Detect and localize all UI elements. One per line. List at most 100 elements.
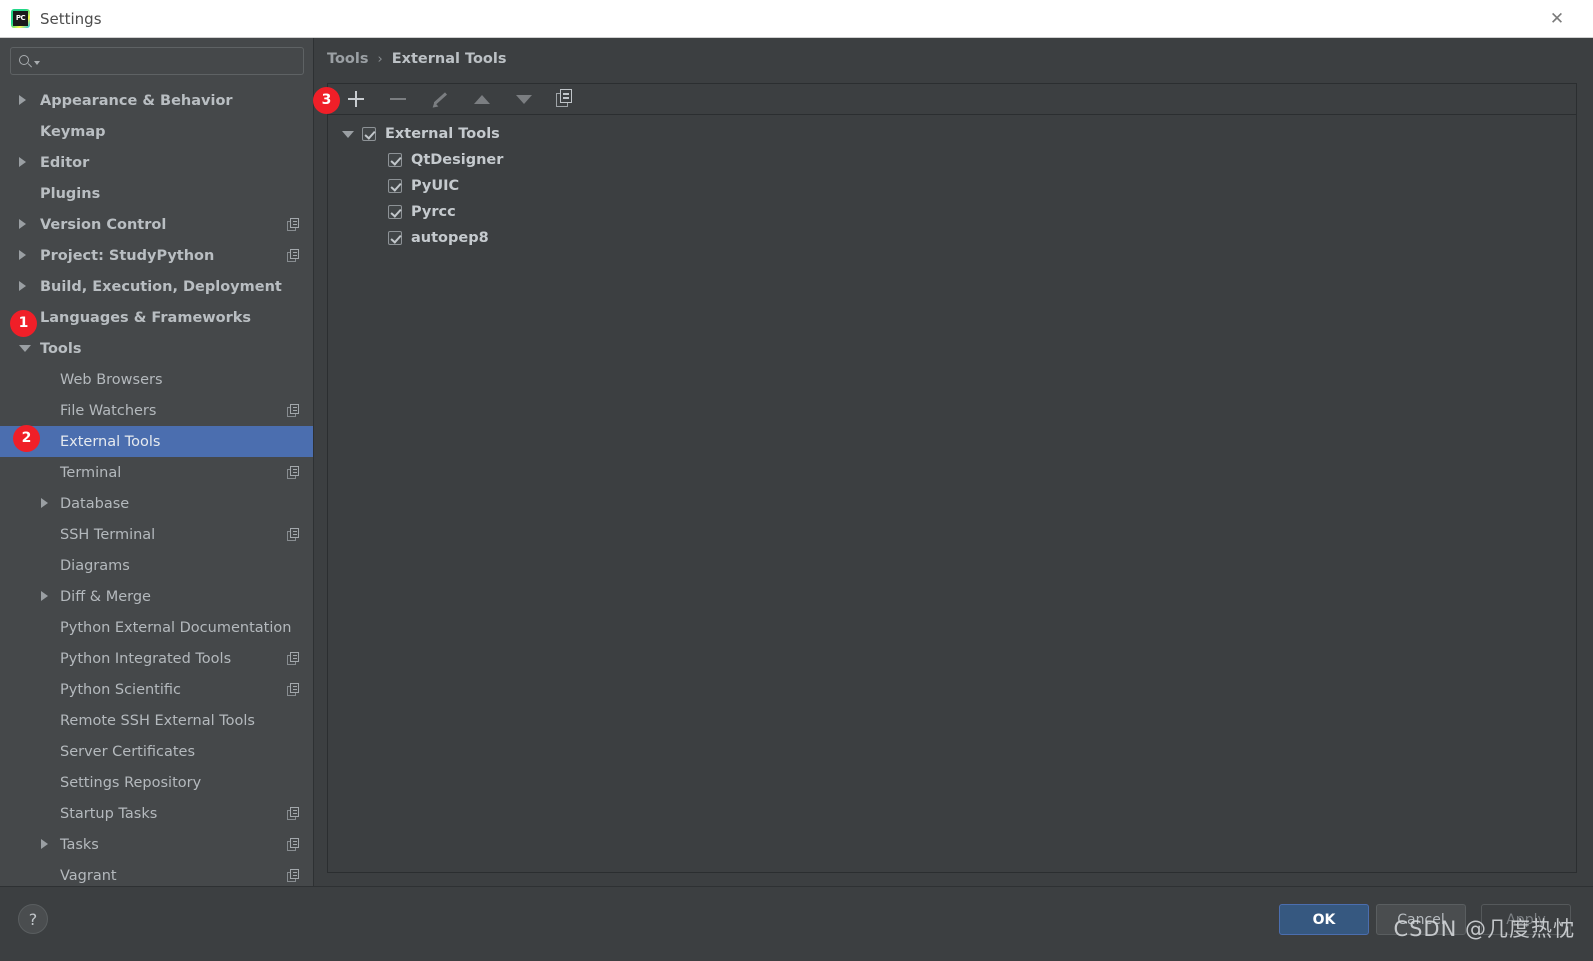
tools-tree: External Tools QtDesigner PyUIC Pyrcc autop… — [328, 115, 1576, 251]
sidebar-item-languages-frameworks[interactable]: Languages & Frameworks — [0, 302, 313, 333]
chevron-down-icon[interactable] — [34, 61, 40, 65]
apply-button[interactable]: Apply — [1481, 904, 1571, 935]
tool-checkbox[interactable] — [388, 153, 402, 167]
sidebar-tree: Appearance & Behavior Keymap Editor Plugins… — [0, 85, 313, 886]
sidebar-item-editor[interactable]: Editor — [0, 147, 313, 178]
settings-sidebar: Appearance & Behavior Keymap Editor Plugins… — [0, 38, 314, 886]
tool-label: PyUIC — [411, 178, 460, 194]
expand-collapse-icon[interactable] — [342, 130, 354, 138]
annotation-badge-1: 1 — [10, 310, 37, 337]
panel-toolbar — [328, 84, 1576, 115]
chevron-right-icon[interactable] — [41, 498, 48, 508]
sidebar-item-remote-ssh-external-tools[interactable]: Remote SSH External Tools — [0, 705, 313, 736]
tools-tree-item[interactable]: Pyrcc — [328, 199, 1576, 225]
chevron-right-icon[interactable] — [19, 95, 26, 105]
chevron-right-icon[interactable] — [19, 157, 26, 167]
chevron-right-icon[interactable] — [19, 281, 26, 291]
cancel-button[interactable]: Cancel — [1376, 904, 1466, 935]
sidebar-item-label: Version Control — [40, 216, 167, 233]
edit-tool-button[interactable] — [430, 89, 450, 110]
chevron-right-icon[interactable] — [41, 591, 48, 601]
chevron-right-icon[interactable] — [19, 219, 26, 229]
sidebar-item-label: Tools — [40, 340, 82, 357]
copy-settings-icon — [287, 838, 300, 851]
chevron-right-icon[interactable] — [19, 250, 26, 260]
tool-label: QtDesigner — [411, 152, 504, 168]
copy-settings-icon — [287, 218, 300, 231]
sidebar-item-diff-merge[interactable]: Diff & Merge — [0, 581, 313, 612]
ok-button[interactable]: OK — [1279, 904, 1369, 935]
annotation-badge-3: 3 — [313, 87, 340, 114]
add-tool-button[interactable] — [346, 89, 366, 109]
copy-settings-icon — [287, 869, 300, 882]
content-pane: Tools › External Tools External Tools Qt… — [315, 38, 1593, 886]
tools-tree-item[interactable]: autopep8 — [328, 225, 1576, 251]
sidebar-item-label: Diff & Merge — [60, 588, 151, 605]
sidebar-item-label: Terminal — [60, 464, 122, 481]
pycharm-logo-icon: PC — [11, 9, 30, 28]
sidebar-item-label: Vagrant — [60, 867, 117, 884]
search-icon — [19, 54, 32, 68]
tool-label: Pyrcc — [411, 204, 456, 220]
sidebar-item-external-tools[interactable]: External Tools — [0, 426, 313, 457]
sidebar-item-startup-tasks[interactable]: Startup Tasks — [0, 798, 313, 829]
breadcrumb-parent[interactable]: Tools — [327, 51, 369, 67]
help-icon[interactable]: ? — [18, 904, 48, 934]
sidebar-item-label: Startup Tasks — [60, 805, 158, 822]
sidebar-item-label: Web Browsers — [60, 371, 163, 388]
search-box[interactable] — [10, 47, 304, 75]
sidebar-item-python-scientific[interactable]: Python Scientific — [0, 674, 313, 705]
copy-settings-icon — [287, 404, 300, 417]
tools-tree-item[interactable]: PyUIC — [328, 173, 1576, 199]
sidebar-item-python-external-documentation[interactable]: Python External Documentation — [0, 612, 313, 643]
sidebar-item-label: Build, Execution, Deployment — [40, 278, 282, 295]
sidebar-item-label: Database — [60, 495, 130, 512]
tools-tree-root[interactable]: External Tools — [328, 121, 1576, 147]
search-input[interactable] — [46, 53, 286, 69]
remove-tool-button[interactable] — [388, 89, 408, 109]
duplicate-tool-button[interactable] — [556, 89, 576, 109]
sidebar-item-label: File Watchers — [60, 402, 157, 419]
sidebar-item-appearance-behavior[interactable]: Appearance & Behavior — [0, 85, 313, 116]
sidebar-item-label: Settings Repository — [60, 774, 202, 791]
sidebar-item-tools[interactable]: Tools — [0, 333, 313, 364]
sidebar-item-settings-repository[interactable]: Settings Repository — [0, 767, 313, 798]
sidebar-item-vagrant[interactable]: Vagrant — [0, 860, 313, 886]
sidebar-item-file-watchers[interactable]: File Watchers — [0, 395, 313, 426]
sidebar-item-project-studypython[interactable]: Project: StudyPython — [0, 240, 313, 271]
sidebar-item-label: Languages & Frameworks — [40, 309, 252, 326]
sidebar-item-tasks[interactable]: Tasks — [0, 829, 313, 860]
bottom-edge-strip — [0, 957, 1593, 961]
sidebar-item-build-execution-deployment[interactable]: Build, Execution, Deployment — [0, 271, 313, 302]
sidebar-item-keymap[interactable]: Keymap — [0, 116, 313, 147]
move-up-button[interactable] — [472, 89, 492, 109]
move-down-button[interactable] — [514, 89, 534, 109]
copy-settings-icon — [287, 652, 300, 665]
sidebar-item-plugins[interactable]: Plugins — [0, 178, 313, 209]
tools-tree-item[interactable]: QtDesigner — [328, 147, 1576, 173]
sidebar-item-label: Plugins — [40, 185, 101, 202]
chevron-down-icon[interactable] — [19, 345, 31, 352]
sidebar-item-ssh-terminal[interactable]: SSH Terminal — [0, 519, 313, 550]
sidebar-item-version-control[interactable]: Version Control — [0, 209, 313, 240]
external-tools-panel: External Tools QtDesigner PyUIC Pyrcc autop… — [327, 83, 1577, 873]
root-checkbox[interactable] — [362, 127, 376, 141]
sidebar-item-web-browsers[interactable]: Web Browsers — [0, 364, 313, 395]
sidebar-item-terminal[interactable]: Terminal — [0, 457, 313, 488]
sidebar-item-label: Remote SSH External Tools — [60, 712, 255, 729]
dialog-footer: ? OK Cancel Apply CSDN @几度热忱 — [0, 886, 1593, 961]
close-icon[interactable]: ✕ — [1547, 9, 1567, 29]
tool-checkbox[interactable] — [388, 231, 402, 245]
chevron-right-icon[interactable] — [41, 839, 48, 849]
sidebar-item-server-certificates[interactable]: Server Certificates — [0, 736, 313, 767]
breadcrumb: Tools › External Tools — [327, 48, 507, 70]
copy-settings-icon — [287, 683, 300, 696]
sidebar-item-python-integrated-tools[interactable]: Python Integrated Tools — [0, 643, 313, 674]
copy-settings-icon — [287, 466, 300, 479]
sidebar-item-database[interactable]: Database — [0, 488, 313, 519]
tool-checkbox[interactable] — [388, 205, 402, 219]
sidebar-item-label: Keymap — [40, 123, 106, 140]
sidebar-item-diagrams[interactable]: Diagrams — [0, 550, 313, 581]
tool-checkbox[interactable] — [388, 179, 402, 193]
root-label: External Tools — [385, 126, 500, 142]
